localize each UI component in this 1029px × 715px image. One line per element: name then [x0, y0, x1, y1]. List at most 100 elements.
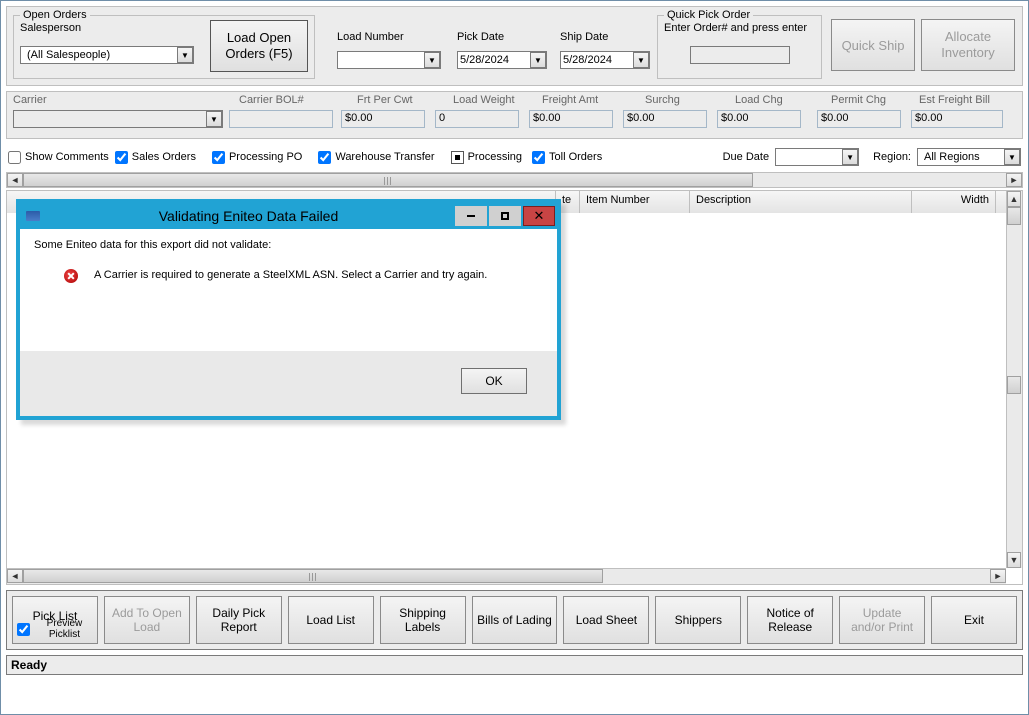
- grid-col-item-number[interactable]: Item Number: [580, 191, 690, 213]
- bills-of-lading-button[interactable]: Bills of Lading: [472, 596, 558, 644]
- region-select[interactable]: All Regions: [917, 148, 1021, 166]
- scrollbar-thumb[interactable]: [23, 173, 753, 187]
- quick-pick-hint: Enter Order# and press enter: [664, 22, 807, 34]
- warehouse-transfer-input[interactable]: [318, 151, 331, 164]
- maximize-button[interactable]: [489, 206, 521, 226]
- ship-date-label: Ship Date: [560, 31, 608, 43]
- dialog-message-detail: A Carrier is required to generate a Stee…: [94, 269, 487, 281]
- scroll-right-icon[interactable]: ►: [1006, 173, 1022, 187]
- close-icon: ✕: [534, 208, 545, 224]
- carrier-bol-value: [229, 110, 333, 128]
- notice-of-release-button[interactable]: Notice of Release: [747, 596, 833, 644]
- carrier-select[interactable]: [13, 110, 223, 128]
- error-dialog: Validating Eniteo Data Failed ✕ Some Eni…: [16, 199, 561, 420]
- frt-cwt-label: Frt Per Cwt: [357, 94, 413, 106]
- toll-orders-input[interactable]: [532, 151, 545, 164]
- exit-button[interactable]: Exit: [931, 596, 1017, 644]
- load-open-orders-button[interactable]: Load Open Orders (F5): [210, 20, 308, 72]
- bottom-button-bar: Pick List Preview Picklist Add To Open L…: [6, 590, 1023, 650]
- allocate-inventory-button[interactable]: Allocate Inventory: [921, 19, 1015, 71]
- quick-ship-button[interactable]: Quick Ship: [831, 19, 915, 71]
- freight-amt-label: Freight Amt: [542, 94, 598, 106]
- minimize-icon: [467, 215, 475, 217]
- dialog-title-text: Validating Eniteo Data Failed: [44, 208, 453, 224]
- preview-picklist-checkbox[interactable]: [17, 623, 30, 636]
- processing-checkbox[interactable]: Processing: [451, 151, 522, 164]
- due-date-label: Due Date: [723, 151, 769, 163]
- pick-date-label: Pick Date: [457, 31, 504, 43]
- pick-list-button[interactable]: Pick List Preview Picklist: [12, 596, 98, 644]
- due-date-input[interactable]: [775, 148, 859, 166]
- region-label: Region:: [873, 151, 911, 163]
- scroll-left-icon[interactable]: ◄: [7, 569, 23, 583]
- top-toolbar-panel: Open Orders Salesperson (All Salespeople…: [6, 6, 1023, 86]
- load-sheet-button[interactable]: Load Sheet: [563, 596, 649, 644]
- carrier-panel: Carrier ▼ Carrier BOL# Frt Per Cwt $0.00…: [6, 91, 1023, 139]
- load-chg-label: Load Chg: [735, 94, 783, 106]
- scroll-down-icon[interactable]: ▼: [1007, 552, 1021, 568]
- quick-pick-legend: Quick Pick Order: [664, 9, 753, 21]
- load-open-orders-line2: Orders (F5): [225, 46, 292, 62]
- shippers-button[interactable]: Shippers: [655, 596, 741, 644]
- quick-ship-label: Quick Ship: [842, 38, 905, 53]
- close-button[interactable]: ✕: [523, 206, 555, 226]
- processing-po-checkbox[interactable]: Processing PO: [212, 151, 302, 164]
- add-to-open-load-button[interactable]: Add To Open Load: [104, 596, 190, 644]
- show-comments-checkbox[interactable]: Show Comments: [8, 151, 109, 164]
- warehouse-transfer-checkbox[interactable]: Warehouse Transfer: [318, 151, 434, 164]
- scrollbar-thumb-2[interactable]: [1007, 376, 1021, 394]
- filter-row: Show Comments Sales Orders Processing PO…: [6, 144, 1023, 170]
- scroll-right-icon[interactable]: ►: [990, 569, 1006, 583]
- scrollbar-thumb[interactable]: [1007, 207, 1021, 225]
- show-comments-input[interactable]: [8, 151, 21, 164]
- load-weight-value: 0: [435, 110, 519, 128]
- est-freight-value: $0.00: [911, 110, 1003, 128]
- grid-col-description[interactable]: Description: [690, 191, 912, 213]
- status-bar: Ready: [6, 655, 1023, 675]
- maximize-icon: [501, 212, 509, 220]
- dialog-message-main: Some Eniteo data for this export did not…: [34, 239, 543, 251]
- scroll-up-icon[interactable]: ▲: [1007, 191, 1021, 207]
- salesperson-label: Salesperson: [20, 22, 81, 34]
- load-list-button[interactable]: Load List: [288, 596, 374, 644]
- permit-chg-value: $0.00: [817, 110, 901, 128]
- ok-button[interactable]: OK: [461, 368, 527, 394]
- square-filled-icon: [451, 151, 464, 164]
- carrier-label: Carrier: [13, 94, 47, 106]
- minimize-button[interactable]: [455, 206, 487, 226]
- quick-pick-input[interactable]: [690, 46, 790, 64]
- shipping-labels-button[interactable]: Shipping Labels: [380, 596, 466, 644]
- sales-orders-checkbox[interactable]: Sales Orders: [115, 151, 196, 164]
- grid-vertical-scrollbar[interactable]: ▲ ▼: [1006, 191, 1022, 568]
- grid-col-width[interactable]: Width: [912, 191, 996, 213]
- load-chg-value: $0.00: [717, 110, 801, 128]
- status-text: Ready: [11, 658, 47, 672]
- frt-cwt-value: $0.00: [341, 110, 425, 128]
- update-print-button[interactable]: Update and/or Print: [839, 596, 925, 644]
- surchg-value: $0.00: [623, 110, 707, 128]
- open-orders-groupbox: Open Orders Salesperson (All Salespeople…: [13, 15, 315, 79]
- processing-po-input[interactable]: [212, 151, 225, 164]
- surchg-label: Surchg: [645, 94, 680, 106]
- pick-date-input[interactable]: [457, 51, 547, 69]
- scroll-left-icon[interactable]: ◄: [7, 173, 23, 187]
- load-weight-label: Load Weight: [453, 94, 515, 106]
- sales-orders-input[interactable]: [115, 151, 128, 164]
- allocate-l2: Inventory: [941, 45, 994, 61]
- top-horizontal-scrollbar[interactable]: ◄ ►: [6, 172, 1023, 188]
- load-number-select[interactable]: [337, 51, 441, 69]
- freight-amt-value: $0.00: [529, 110, 613, 128]
- ship-date-input[interactable]: [560, 51, 650, 69]
- quick-pick-groupbox: Quick Pick Order Enter Order# and press …: [657, 15, 822, 79]
- ok-label: OK: [485, 374, 502, 388]
- toll-orders-checkbox[interactable]: Toll Orders: [532, 151, 602, 164]
- allocate-l1: Allocate: [945, 29, 991, 45]
- app-icon: [26, 211, 40, 221]
- dialog-titlebar[interactable]: Validating Eniteo Data Failed ✕: [20, 203, 557, 229]
- est-freight-label: Est Freight Bill: [919, 94, 990, 106]
- grid-horizontal-scrollbar[interactable]: ◄ ►: [7, 568, 1006, 584]
- load-number-label: Load Number: [337, 31, 404, 43]
- salesperson-select[interactable]: (All Salespeople): [20, 46, 194, 64]
- daily-pick-report-button[interactable]: Daily Pick Report: [196, 596, 282, 644]
- scrollbar-thumb[interactable]: [23, 569, 603, 583]
